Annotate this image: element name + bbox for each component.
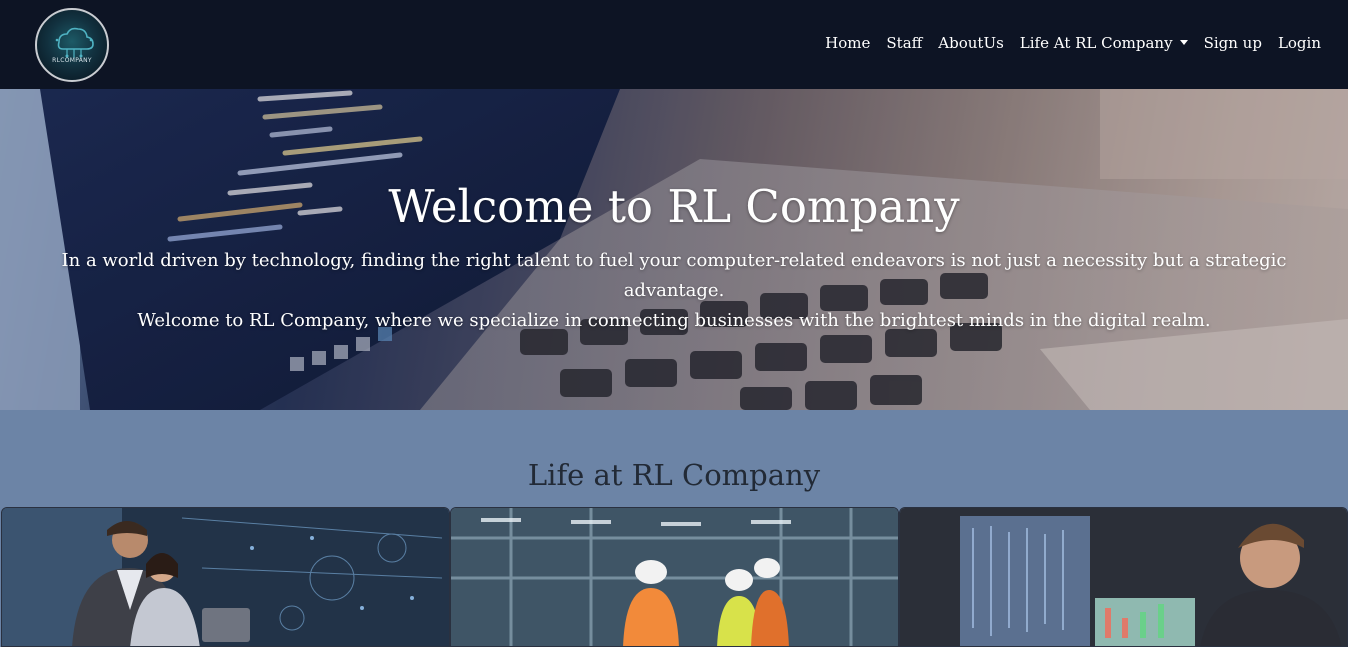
life-section-title: Life at RL Company bbox=[527, 458, 821, 492]
nav-home[interactable]: Home bbox=[825, 34, 870, 52]
life-card-team[interactable] bbox=[1, 507, 450, 647]
main-nav: Home Staff AboutUs Life At RL Company Si… bbox=[825, 34, 1321, 52]
hero-line-2: Welcome to RL Company, where we speciali… bbox=[137, 310, 1211, 331]
hero-line-1: In a world driven by technology, finding… bbox=[61, 250, 1287, 301]
hero-description: In a world driven by technology, finding… bbox=[20, 246, 1328, 336]
hero-banner: Welcome to RL Company In a world driven … bbox=[0, 89, 1348, 410]
nav-signup[interactable]: Sign up bbox=[1204, 34, 1262, 52]
trader-monitors-image bbox=[900, 508, 1347, 646]
life-cards bbox=[1, 507, 1348, 647]
factory-engineers-image bbox=[451, 508, 898, 646]
nav-life-label: Life At RL Company bbox=[1019, 34, 1173, 52]
logo-text: RLCOMPANY bbox=[52, 57, 92, 64]
nav-staff[interactable]: Staff bbox=[886, 34, 922, 52]
nav-life-dropdown[interactable]: Life At RL Company bbox=[1020, 34, 1188, 52]
nav-login[interactable]: Login bbox=[1278, 34, 1321, 52]
nav-aboutus[interactable]: AboutUs bbox=[938, 34, 1004, 52]
navbar: RLCOMPANY Home Staff AboutUs Life At RL … bbox=[0, 0, 1348, 89]
team-datacenter-image bbox=[2, 508, 449, 646]
circuit-cloud-icon bbox=[55, 27, 94, 58]
life-card-trader[interactable] bbox=[899, 507, 1348, 647]
company-logo[interactable]: RLCOMPANY bbox=[35, 8, 109, 82]
hero-title: Welcome to RL Company bbox=[388, 180, 960, 233]
life-card-factory[interactable] bbox=[450, 507, 899, 647]
caret-down-icon bbox=[1179, 39, 1188, 45]
